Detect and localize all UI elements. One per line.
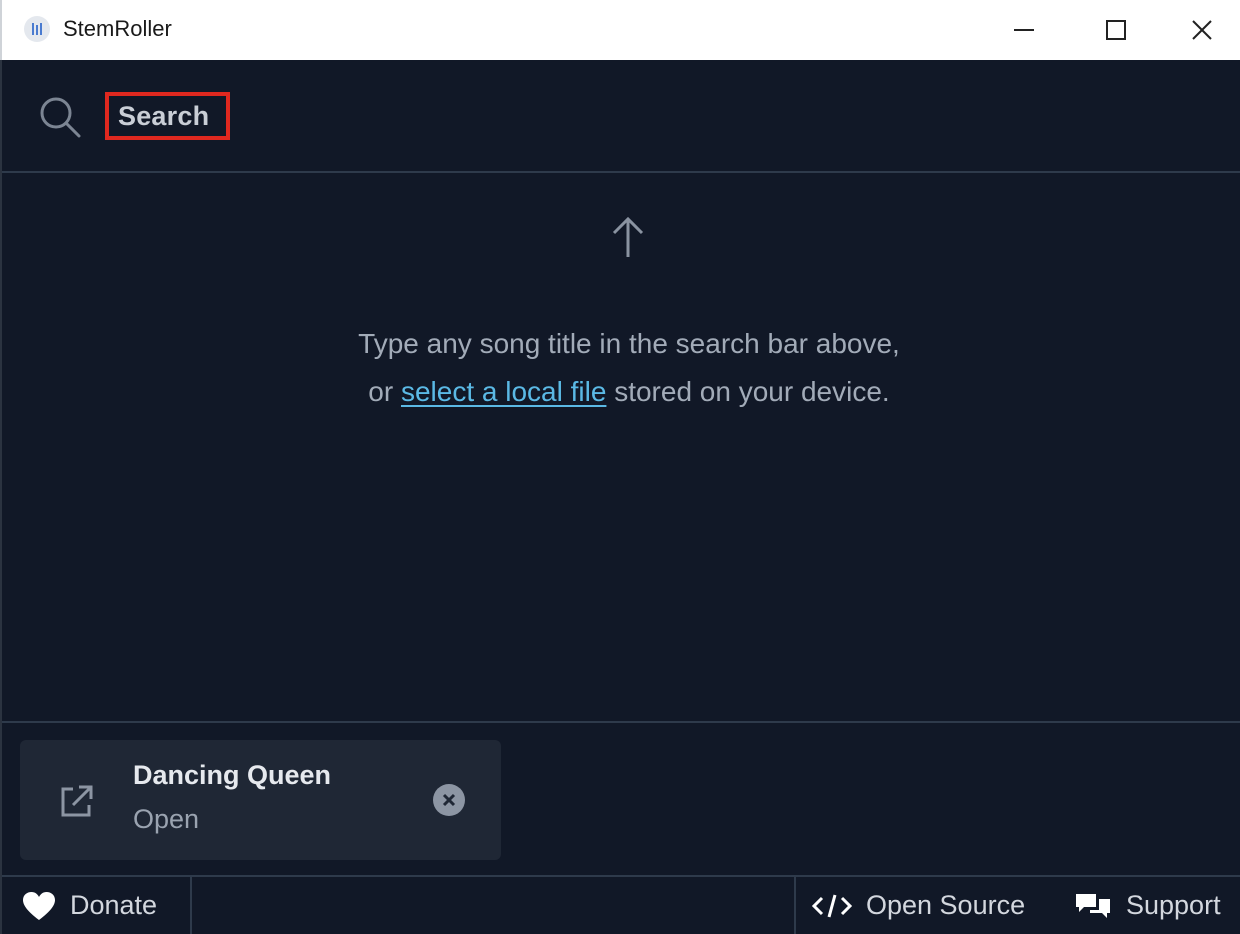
- title-bar: StemRoller: [0, 0, 1240, 60]
- footer: Donate Open Source Support: [2, 875, 1240, 934]
- queue-item-title: Dancing Queen: [133, 760, 332, 790]
- close-icon: [1192, 20, 1212, 40]
- minimize-icon: [1014, 29, 1034, 31]
- maximize-icon: [1106, 20, 1126, 40]
- footer-divider: [190, 877, 192, 934]
- support-label: Support: [1126, 890, 1221, 920]
- empty-state: Type any song title in the search bar ab…: [2, 175, 1240, 723]
- remove-icon[interactable]: [433, 784, 465, 816]
- empty-state-hint: Type any song title in the search bar ab…: [2, 320, 1240, 416]
- open-source-button[interactable]: Open Source: [812, 877, 1025, 934]
- chat-icon: [1074, 891, 1112, 921]
- support-button[interactable]: Support: [1074, 877, 1221, 934]
- donate-button[interactable]: Donate: [22, 877, 157, 934]
- divider: [2, 721, 1240, 723]
- maximize-button[interactable]: [1070, 0, 1162, 60]
- footer-divider: [794, 877, 796, 934]
- external-link-icon[interactable]: [57, 783, 95, 826]
- search-bar: Search: [2, 60, 1240, 173]
- open-source-label: Open Source: [866, 890, 1026, 920]
- search-placeholder: Search: [118, 100, 210, 131]
- window-title: StemRoller: [63, 16, 172, 41]
- queue-item-status[interactable]: Open: [133, 804, 199, 835]
- queue-item[interactable]: Dancing Queen Open: [20, 740, 501, 860]
- app-content: Search Type any song title in the search…: [0, 60, 1240, 934]
- arrow-up-icon: [611, 215, 645, 264]
- search-icon: [38, 95, 82, 144]
- close-window-button[interactable]: [1162, 0, 1240, 60]
- hint-suffix: stored on your device.: [606, 376, 890, 407]
- select-local-file-link[interactable]: select a local file: [401, 376, 606, 407]
- code-icon: [812, 892, 852, 920]
- minimize-button[interactable]: [978, 0, 1070, 60]
- hint-prefix: or: [368, 376, 401, 407]
- hint-line-1: Type any song title in the search bar ab…: [358, 328, 900, 359]
- heart-icon: [22, 891, 56, 921]
- hint-line-2: or select a local file stored on your de…: [2, 368, 1240, 416]
- donate-label: Donate: [70, 890, 158, 920]
- search-input[interactable]: Search: [105, 92, 230, 140]
- app-icon: [24, 16, 50, 42]
